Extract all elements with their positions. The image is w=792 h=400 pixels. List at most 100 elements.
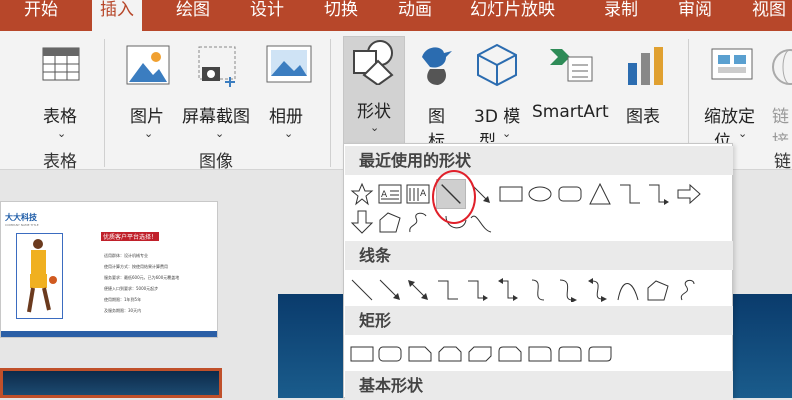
tab-view[interactable]: 视图 (752, 0, 786, 31)
group-label-images: 图像 (199, 152, 233, 172)
rounded-rectangle-icon[interactable] (558, 182, 582, 206)
tab-home[interactable]: 开始 (24, 0, 58, 31)
round-same-side-rectangle-icon[interactable] (558, 342, 582, 366)
line-icon[interactable] (350, 278, 374, 302)
slide-heading: 优质客户平台选择！ (101, 232, 160, 241)
chevron-down-icon: ⌄ (502, 127, 512, 140)
rectangle-icon[interactable] (350, 342, 374, 366)
highlight-circle (432, 170, 476, 224)
picture-label: 图片 (130, 107, 164, 127)
slide-footer-bar (1, 331, 217, 337)
snip-diagonal-rectangle-icon[interactable] (468, 342, 492, 366)
icons-label-line1: 图 (428, 107, 445, 127)
elbow-connector-icon[interactable] (436, 278, 460, 302)
smartart-button[interactable]: SmartArt (530, 41, 612, 141)
curved-arrow-connector-icon[interactable] (556, 278, 580, 303)
tab-insert[interactable]: 插入 (92, 0, 142, 33)
rectangle-shape-icon[interactable] (499, 182, 523, 206)
snip-round-rectangle-icon[interactable] (498, 342, 522, 366)
chevron-down-icon: ⌄ (284, 127, 294, 140)
3d-model-button[interactable]: 3D 模 型 ⌄ (468, 41, 528, 152)
chevron-down-icon: ⌄ (144, 127, 154, 140)
tab-design[interactable]: 设计 (250, 0, 284, 31)
tab-transitions[interactable]: 切换 (324, 0, 358, 31)
star-shape-icon[interactable] (350, 182, 374, 206)
arrow-icon[interactable] (378, 278, 402, 302)
table-button[interactable]: 表格 ⌄ (36, 41, 86, 141)
double-arrow-icon[interactable] (406, 278, 430, 302)
svg-text:A: A (420, 189, 427, 199)
triangle-shape-icon[interactable] (588, 182, 612, 206)
slide-bullet: 使用期限：1年到5年 (104, 297, 142, 302)
tab-record[interactable]: 录制 (604, 0, 638, 31)
slide-bullet-list: 适用群体：设计机械专业 使用计算方式：按使用结果计算费用 服务要求：最低600元… (104, 250, 179, 316)
smartart-label: SmartArt (532, 102, 609, 122)
zoom-icon (710, 47, 754, 88)
screenshot-label: 屏幕截图 (182, 107, 250, 127)
tab-slideshow[interactable]: 幻灯片放映 (470, 0, 555, 31)
text-box-icon[interactable]: A (378, 182, 402, 206)
basic-shapes-header: 基本形状 (345, 371, 733, 400)
group-label-table: 表格 (43, 152, 77, 172)
group-separator (330, 39, 331, 167)
elbow-arrow-connector-icon[interactable] (466, 278, 490, 302)
elbow-arrow-connector-icon[interactable] (647, 182, 671, 206)
ribbon-tab-bar: 开始 插入 绘图 设计 切换 动画 幻灯片放映 录制 审阅 视图 (0, 0, 792, 33)
rectangles-header: 矩形 (345, 306, 733, 335)
shapes-gallery-menu: 最近使用的形状 A A 线条 矩形 基本形状 (343, 143, 733, 400)
icons-button[interactable]: 图 标 (412, 41, 462, 152)
tab-animations[interactable]: 动画 (398, 0, 432, 31)
picture-button[interactable]: 图片 ⌄ (120, 41, 176, 141)
screenshot-button[interactable]: 屏幕截图 ⌄ (180, 41, 258, 141)
curve-shape-icon[interactable] (469, 210, 493, 234)
freeform-shape-icon[interactable] (378, 210, 402, 234)
curved-double-arrow-connector-icon[interactable] (586, 278, 610, 302)
freeform-icon[interactable] (646, 278, 670, 302)
snip-same-side-rectangle-icon[interactable] (438, 342, 462, 366)
tab-review[interactable]: 审阅 (678, 0, 712, 31)
slide-thumbnail[interactable]: 大大科技 COMPANY NAME TITLE 优质客户平台选择！ 适用群体：设… (0, 201, 218, 338)
shapes-icon (352, 39, 396, 90)
cube-icon (476, 43, 518, 92)
curve-icon[interactable] (616, 278, 640, 302)
slide-thumbnail[interactable] (0, 368, 222, 398)
slide-bullet: 服务要求：最低600元，已为600元覆盖地 (104, 275, 180, 280)
link-label-line1: 链 (772, 107, 789, 127)
tab-draw[interactable]: 绘图 (176, 0, 210, 31)
company-name: 大大科技 (5, 213, 37, 222)
chart-button[interactable]: 图表 (618, 41, 674, 141)
link-label-line2: 接 (772, 127, 789, 141)
recent-shapes-header: 最近使用的形状 (345, 146, 733, 175)
chart-label: 图表 (626, 107, 660, 127)
group-separator (104, 39, 105, 167)
elbow-double-arrow-connector-icon[interactable] (496, 278, 520, 302)
slide-bullet: 及服务期限：30天内 (104, 308, 142, 313)
oval-shape-icon[interactable] (528, 182, 552, 206)
zoom-button[interactable]: 缩放定 位 ⌄ (700, 41, 764, 152)
screenshot-icon (196, 45, 240, 92)
curved-connector-icon[interactable] (526, 278, 550, 302)
slide-bullet: 适用群体：设计机械专业 (104, 253, 148, 258)
table-label: 表格 (43, 107, 77, 127)
chevron-down-icon: ⌄ (215, 127, 225, 140)
shapes-button[interactable]: 形状 ⌄ (343, 36, 405, 144)
snip-corner-rectangle-icon[interactable] (408, 342, 432, 366)
scribble-shape-icon[interactable] (406, 210, 430, 234)
player-image (16, 233, 63, 319)
right-arrow-shape-icon[interactable] (677, 182, 701, 206)
elbow-connector-icon[interactable] (618, 182, 642, 206)
photo-album-button[interactable]: 相册 ⌄ (262, 41, 318, 141)
slide-bullet: 使用计算方式：按使用结果计算费用 (104, 264, 168, 269)
down-arrow-shape-icon[interactable] (350, 210, 374, 234)
round-diagonal-rectangle-icon[interactable] (588, 342, 612, 366)
vertical-text-box-icon[interactable]: A (406, 182, 430, 206)
link-button[interactable]: 链 接 (768, 41, 792, 141)
scribble-icon[interactable] (676, 278, 700, 302)
chevron-down-icon: ⌄ (57, 127, 67, 140)
round-single-corner-rectangle-icon[interactable] (528, 342, 552, 366)
company-subtitle: COMPANY NAME TITLE (5, 223, 39, 227)
globe-icon (770, 47, 792, 92)
rounded-rectangle-icon[interactable] (378, 342, 402, 366)
chevron-down-icon: ⌄ (738, 127, 748, 140)
table-icon (42, 47, 80, 86)
